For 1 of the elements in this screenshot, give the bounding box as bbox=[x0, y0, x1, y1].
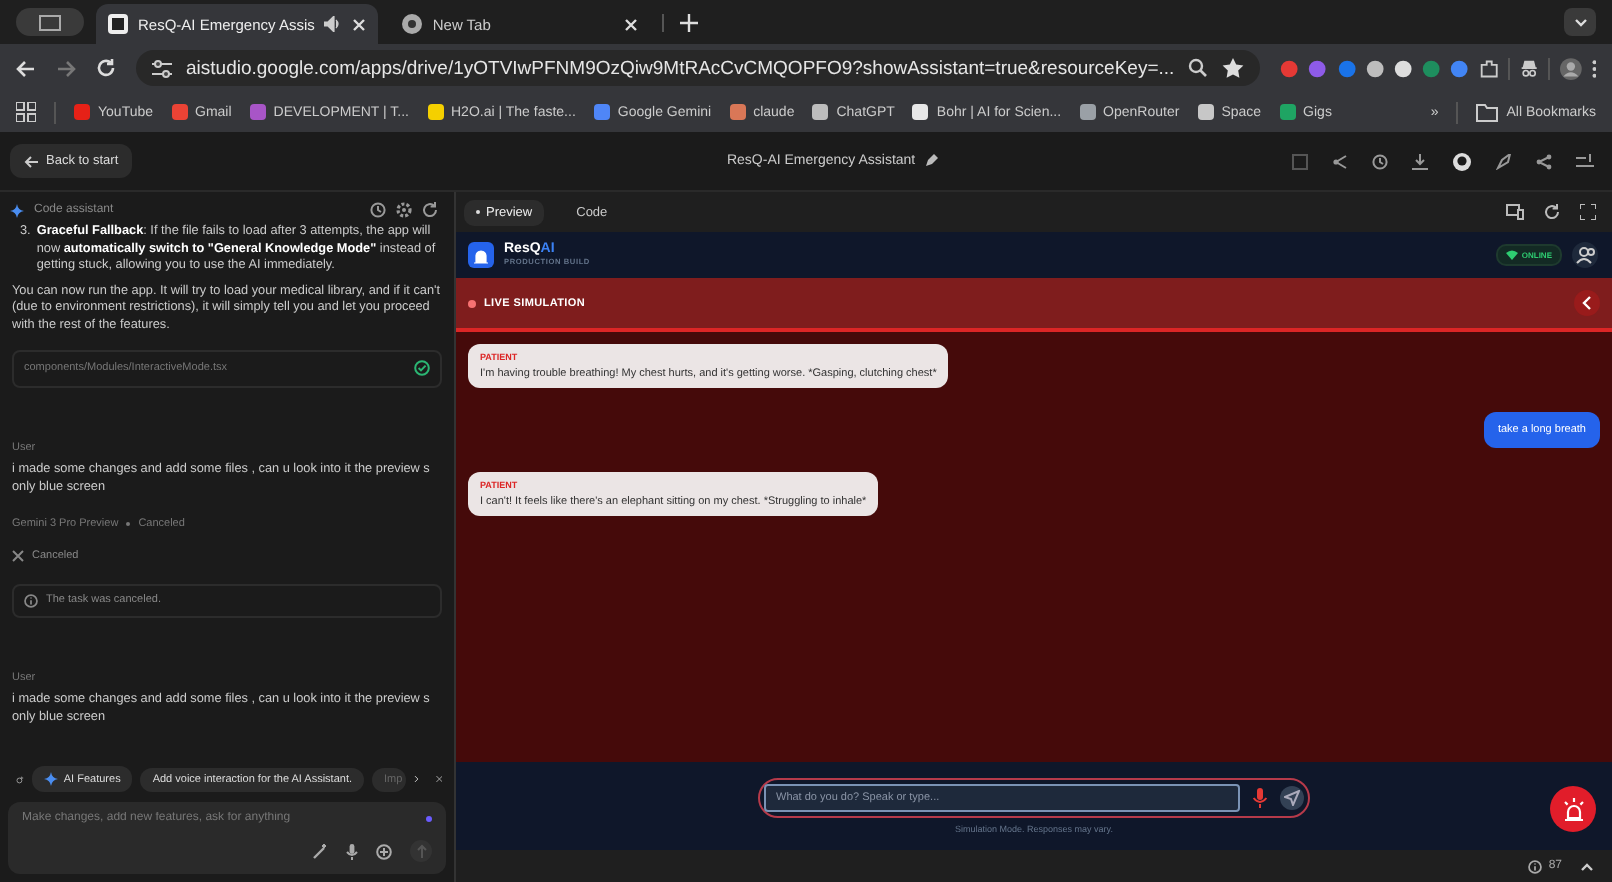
address-bar[interactable]: aistudio.google.com/apps/drive/1yOTVIwPFNM9OzQiw9MtRAcCvCMQOPFO9?showAssistant=true&resourceKey=... bbox=[136, 50, 1261, 86]
